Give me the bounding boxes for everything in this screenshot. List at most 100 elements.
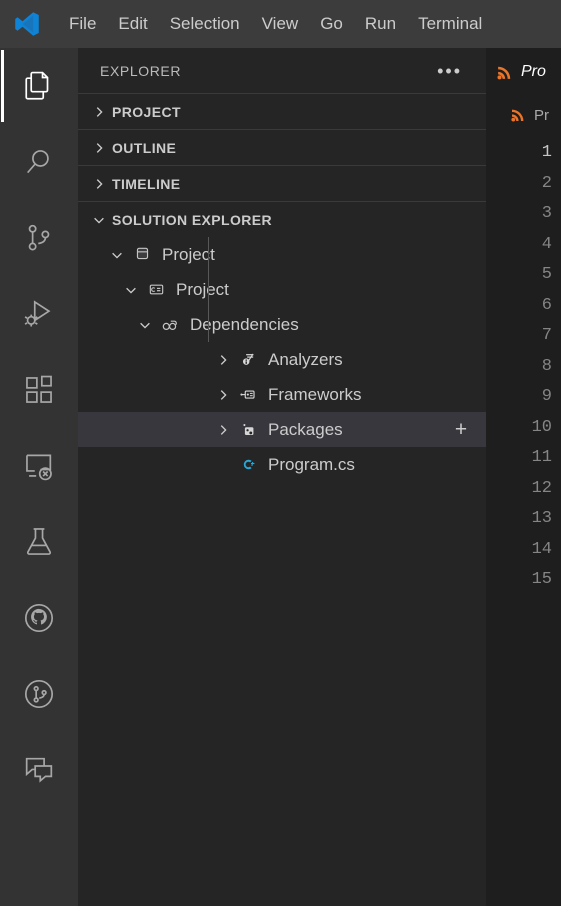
vscode-window: File Edit Selection View Go Run Terminal [0,0,561,906]
packages-icon [236,418,260,442]
menu-bar: File Edit Selection View Go Run Terminal [0,0,561,48]
dependencies-icon [158,313,182,337]
github-icon [22,601,56,635]
sidebar-title-bar: EXPLORER ••• [78,48,486,93]
tree-label: Project [162,244,215,264]
editor-tab-label: Pro [521,63,546,80]
line-number: 5 [541,265,552,284]
line-number: 1 [541,143,552,162]
sidebar-section-solution-explorer[interactable]: SOLUTION EXPLORER [78,201,486,237]
beaker-icon [22,525,56,559]
menu-file[interactable]: File [58,10,107,38]
page-title: EXPLORER [100,62,182,79]
editor-line-numbers: 1 2 3 4 5 6 7 8 9 10 11 12 13 14 15 [486,134,561,596]
solution-icon [130,243,154,267]
line-number: 3 [541,204,552,223]
activity-item-remote-explorer[interactable] [0,428,78,504]
csharp-project-icon [144,278,168,302]
csharp-file-icon [236,453,260,477]
tree-row[interactable]: Project [78,237,486,272]
activity-item-chat[interactable] [0,732,78,808]
sidebar-section-project[interactable]: PROJECT [78,93,486,129]
chevron-right-icon [86,171,112,197]
activity-item-source-control[interactable] [0,200,78,276]
rss-icon [496,64,513,81]
chevron-right-icon [210,347,236,373]
tree-row[interactable]: Packages + [78,412,486,447]
line-number: 7 [541,326,552,345]
chevron-down-icon [118,277,144,303]
vscode-logo [10,7,44,41]
activity-item-testing[interactable] [0,504,78,580]
run-debug-icon [22,297,56,331]
breadcrumb-label: Pr [534,106,549,124]
frameworks-icon [236,383,260,407]
remote-explorer-icon [22,449,56,483]
activity-item-gitlens[interactable] [0,656,78,732]
editor-tab[interactable]: Pro [496,48,546,96]
ellipsis-icon[interactable]: ••• [431,62,468,80]
menu-edit[interactable]: Edit [107,10,158,38]
tree-row[interactable]: Analyzers [78,342,486,377]
sidebar-section-outline[interactable]: OUTLINE [78,129,486,165]
chevron-right-icon [210,382,236,408]
analyzers-icon [236,348,260,372]
chevron-down-icon [86,207,112,233]
tree-row[interactable]: Frameworks [78,377,486,412]
tree-label: Frameworks [268,384,362,404]
chevron-right-icon [86,135,112,161]
line-number: 8 [541,356,552,376]
activity-item-search[interactable] [0,124,78,200]
search-icon [22,145,56,179]
chat-icon [22,753,56,787]
tree-row[interactable]: Dependencies [78,307,486,342]
source-control-icon [22,221,56,255]
menu-go[interactable]: Go [309,10,354,38]
activity-item-extensions[interactable] [0,352,78,428]
activity-item-github[interactable] [0,580,78,656]
line-number: 4 [541,234,552,254]
activity-bar [0,48,78,906]
tree-label: Program.cs [268,454,355,474]
line-number: 15 [531,570,552,589]
solution-tree: Project Project Dependencies Analyzers F… [78,237,486,482]
tree-label: Packages [268,419,343,439]
chevron-down-icon [132,312,158,338]
sidebar-explorer: EXPLORER ••• PROJECT OUTLINE TIMELINE SO… [78,48,486,906]
activity-item-run-and-debug[interactable] [0,276,78,352]
activity-item-explorer[interactable] [0,48,78,124]
add-package-button[interactable]: + [450,412,472,447]
tree-label: Project [176,279,229,299]
line-number: 10 [531,417,552,437]
line-number: 14 [531,539,552,559]
section-label-timeline: TIMELINE [112,175,181,192]
tree-row[interactable]: Project [78,272,486,307]
tree-indent-guide [208,237,209,342]
line-number: 13 [531,509,552,528]
files-icon [22,69,56,103]
chevron-right-icon [86,99,112,125]
extensions-icon [22,373,56,407]
rss-icon [510,107,526,123]
sidebar-section-timeline[interactable]: TIMELINE [78,165,486,201]
tree-row[interactable]: Program.cs [78,447,486,482]
line-number: 12 [531,478,552,498]
section-label-solution-explorer: SOLUTION EXPLORER [112,211,273,228]
breadcrumb[interactable]: Pr [486,96,561,134]
menu-terminal[interactable]: Terminal [407,10,493,38]
menu-view[interactable]: View [251,10,310,38]
line-number: 2 [541,173,552,193]
section-label-project: PROJECT [112,103,181,120]
menu-selection[interactable]: Selection [159,10,251,38]
chevron-down-icon [104,242,130,268]
section-label-outline: OUTLINE [112,139,177,156]
editor-tab-bar: Pro [486,48,561,96]
tree-label: Dependencies [190,314,299,334]
menu-run[interactable]: Run [354,10,407,38]
line-number: 11 [531,448,552,467]
chevron-right-icon [210,417,236,443]
gitlens-icon [22,677,56,711]
line-number: 9 [541,387,552,406]
editor-area: Pro Pr 1 2 3 4 5 6 7 8 9 10 11 12 13 14 … [486,48,561,906]
line-number: 6 [541,295,552,315]
